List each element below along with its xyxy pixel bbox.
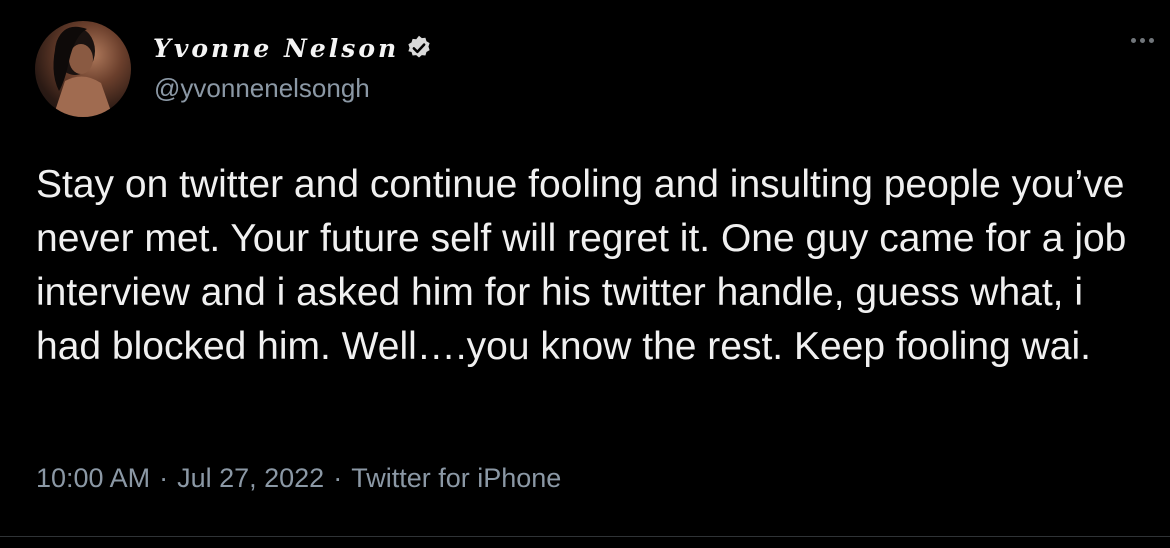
tweet-card: Yvonne Nelson @yvonnenelsongh Stay on tw…	[0, 0, 1170, 548]
verified-badge-icon	[405, 34, 433, 62]
dot	[1139, 37, 1145, 43]
divider	[0, 536, 1170, 537]
author-name-row: Yvonne Nelson	[153, 30, 433, 66]
more-options-icon[interactable]	[1124, 30, 1160, 50]
avatar[interactable]	[35, 21, 131, 117]
user-handle[interactable]: @yvonnenelsongh	[154, 73, 370, 104]
dot	[1130, 37, 1136, 43]
dot	[1148, 37, 1154, 43]
meta-separator: ·	[333, 463, 343, 493]
display-name[interactable]: Yvonne Nelson	[153, 34, 399, 63]
tweet-text: Stay on twitter and continue fooling and…	[36, 163, 1127, 368]
tweet-date[interactable]: Jul 27, 2022	[177, 463, 324, 494]
meta-separator: ·	[159, 463, 169, 493]
tweet-meta: 10:00 AM · Jul 27, 2022 · Twitter for iP…	[36, 463, 561, 494]
tweet-time[interactable]: 10:00 AM	[36, 463, 150, 494]
tweet-source[interactable]: Twitter for iPhone	[351, 463, 561, 494]
profile-photo-icon	[53, 26, 113, 117]
